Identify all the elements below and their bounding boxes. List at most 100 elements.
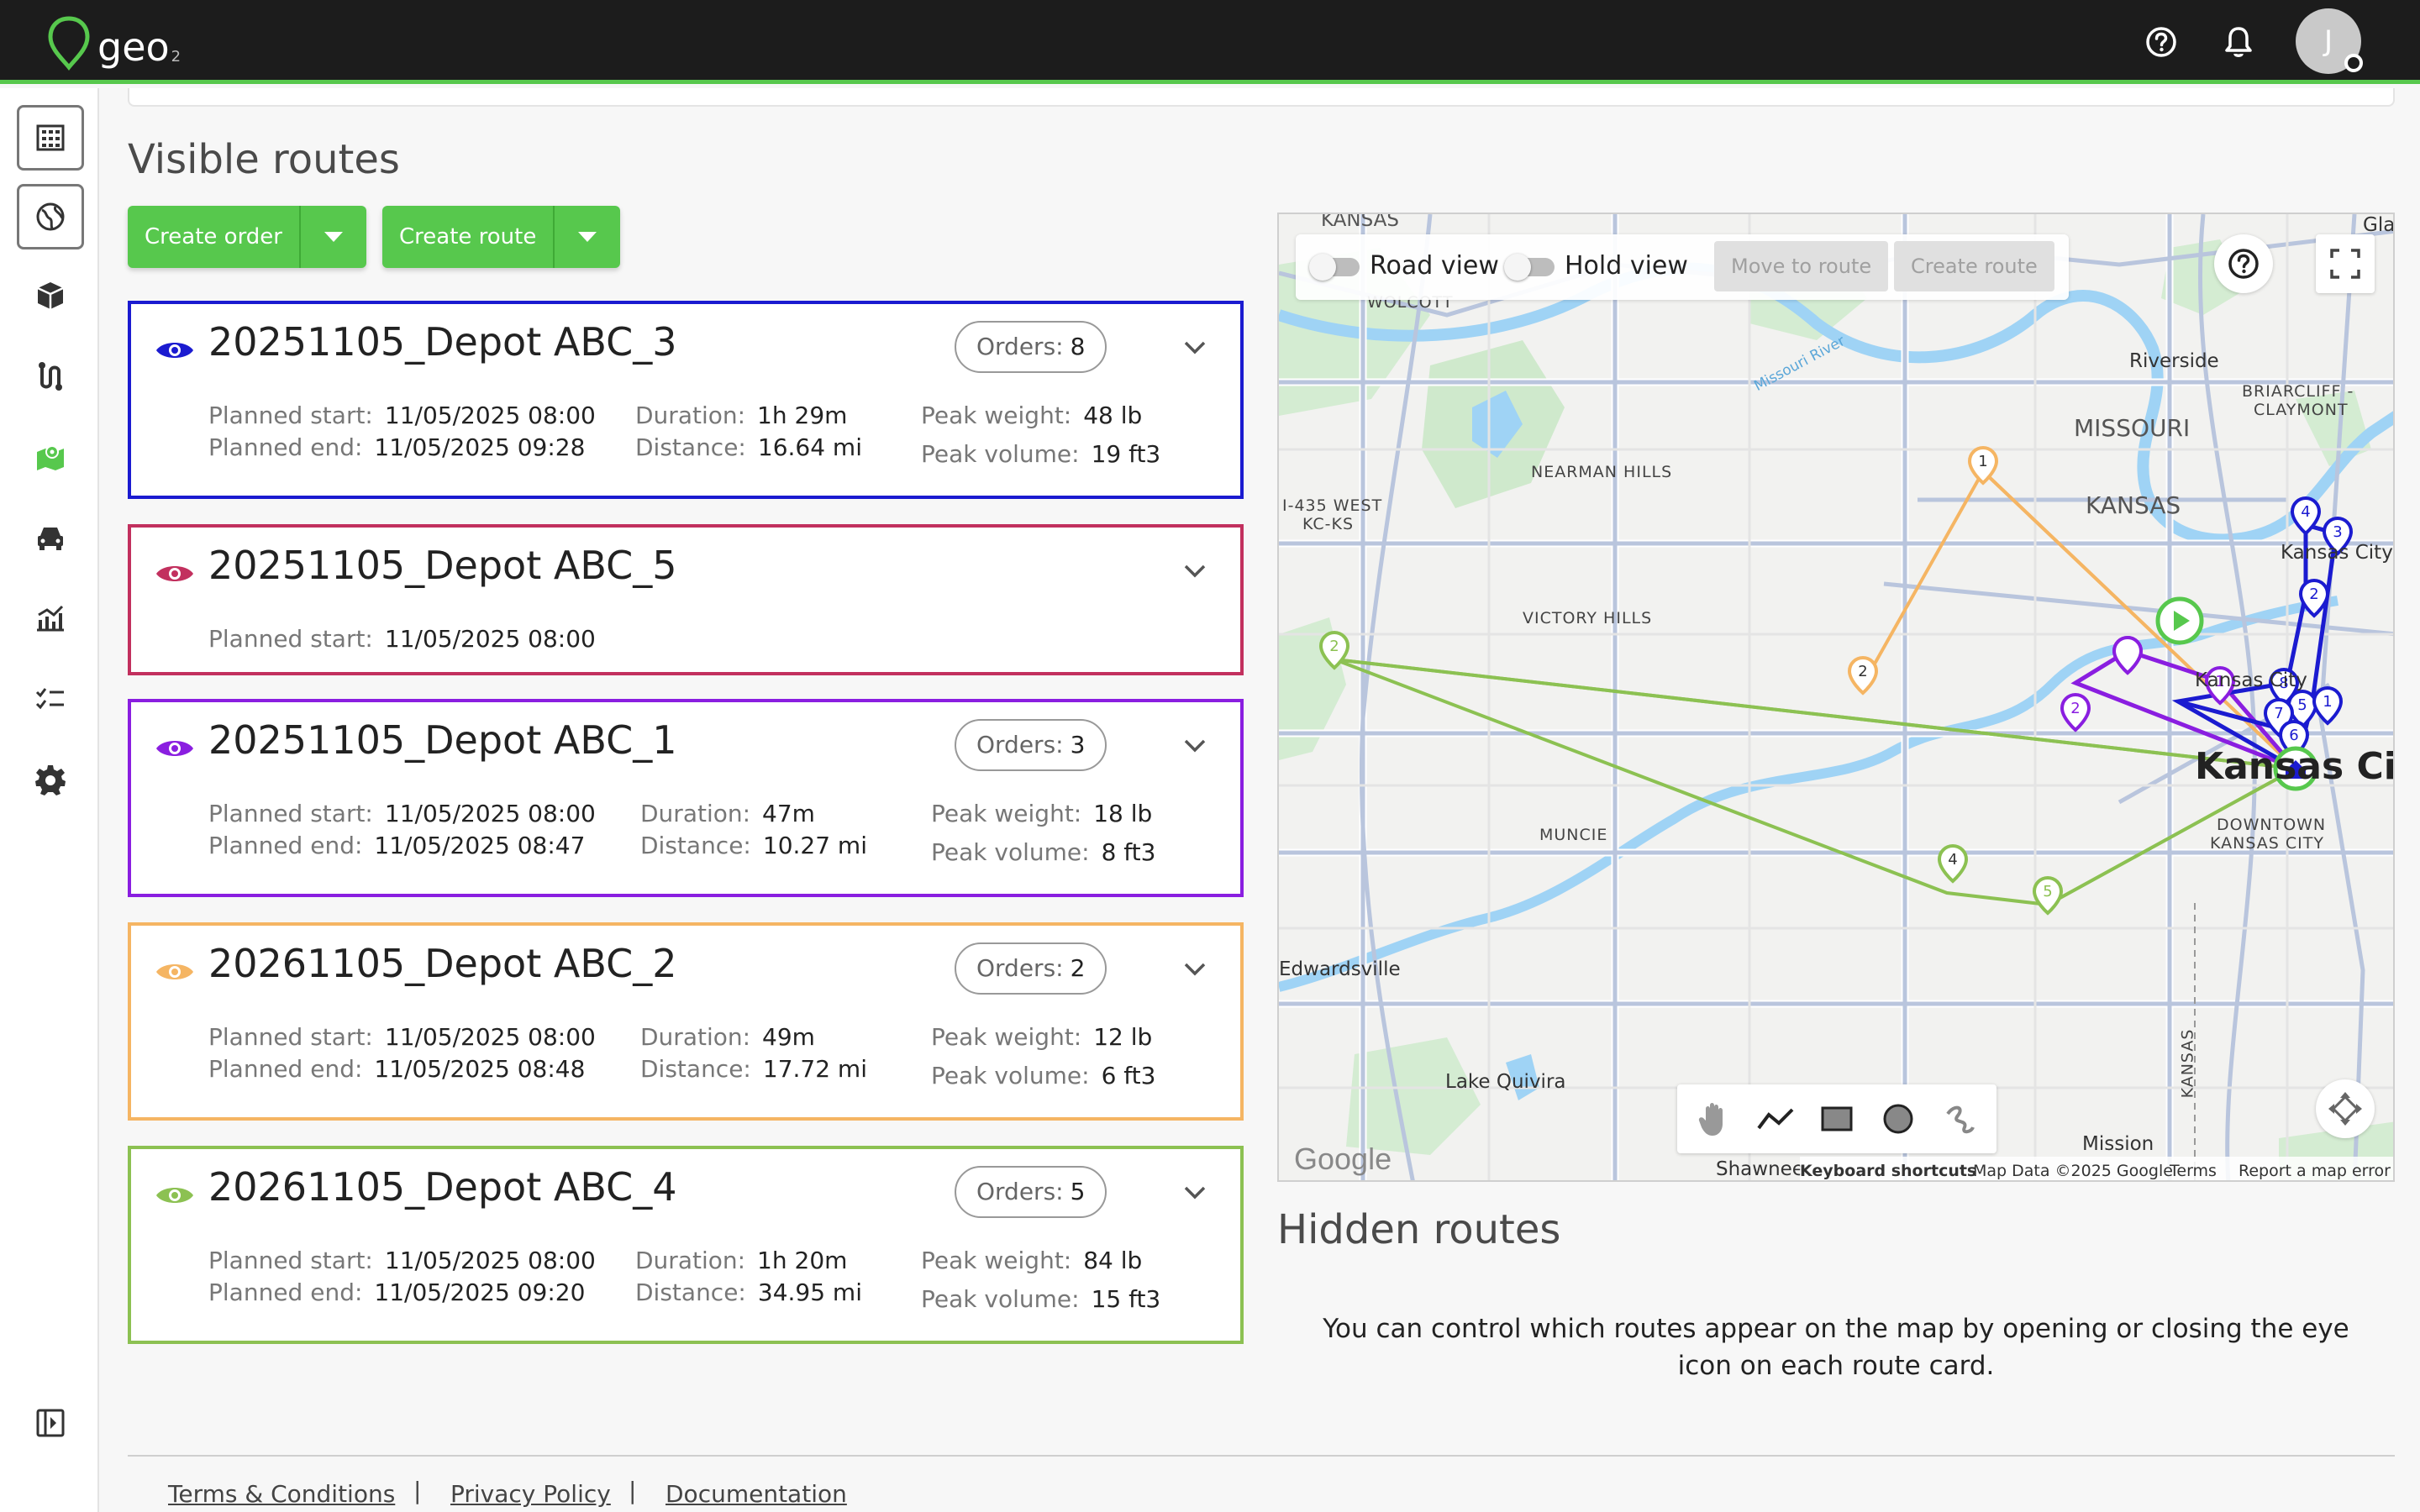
footer-separator: | [629,1477,637,1504]
map-city-label: Kansas City [2195,745,2395,788]
draw-circle-tool[interactable] [1875,1095,1922,1142]
peak-volume-label: Peak volume: [931,838,1090,866]
geo-logo-icon [48,16,90,71]
draw-freehand-tool[interactable] [1936,1095,1983,1142]
nav-vehicles[interactable] [17,505,84,570]
create-route-button[interactable]: Create route [382,206,553,268]
privacy-link[interactable]: Privacy Policy [450,1480,611,1508]
nav-routes[interactable] [17,344,84,409]
eye-icon[interactable] [155,959,195,984]
route-name: 20251105_Depot ABC_1 [208,717,677,763]
notifications-button[interactable] [2218,22,2259,62]
duration: Duration: 1h 29m [635,402,847,429]
planned-start-label: Planned start: [208,402,373,429]
orders-label: Orders: [976,731,1064,759]
chevron-down-icon[interactable] [1183,961,1207,978]
building-icon [36,124,65,151]
route-card[interactable]: 20251105_Depot ABC_3 Orders: 8 Planned st… [128,301,1244,499]
app-logo[interactable]: geo 2 [47,12,181,71]
peak-volume: Peak volume: 19 ft3 [921,440,1160,468]
footer-divider [128,1455,2395,1457]
chevron-down-icon[interactable] [1183,563,1207,580]
nav-packages[interactable] [17,263,84,328]
orders-label: Orders: [976,1178,1064,1205]
planned-end: Planned end: 11/05/2025 08:47 [208,832,585,859]
orders-count-pill: Orders: 5 [955,1166,1107,1218]
map-place-label: Riverside [2129,350,2219,372]
caret-down-icon [578,232,597,242]
map-toolbar: Road view Hold view Move to route Create… [1296,234,2069,300]
planned-start-value: 11/05/2025 08:00 [384,402,596,429]
move-to-route-button[interactable]: Move to route [1714,241,1889,291]
eye-icon[interactable] [155,736,195,761]
distance: Distance: 16.64 mi [635,433,862,461]
draw-line-tool[interactable] [1752,1095,1799,1142]
settings-icon [35,765,66,795]
chevron-down-icon[interactable] [1183,738,1207,754]
drawing-toolbar [1677,1084,1996,1153]
duration-label: Duration: [640,800,751,827]
freehand-icon [1945,1105,1975,1134]
distance-value: 17.72 mi [762,1055,867,1083]
route-map[interactable]: 2 1 2 2 3 1 4 3 2 8 5 1 7 6 5 [1277,213,2395,1182]
route-card[interactable]: 20251105_Depot ABC_1 Orders: 3 Planned st… [128,699,1244,897]
duration-label: Duration: [635,1247,746,1274]
nav-map[interactable] [17,424,84,490]
distance-label: Distance: [635,433,746,461]
user-avatar[interactable]: J [2296,8,2363,74]
help-circle-icon [2146,27,2176,57]
collapse-sidebar-button[interactable] [17,1390,84,1456]
map-icon [37,445,64,470]
map-place-label: VICTORY HILLS [1523,609,1653,627]
keyboard-shortcuts-link[interactable]: Keyboard shortcuts [1800,1162,1976,1180]
recenter-map-button[interactable] [2316,1079,2375,1138]
planned-end: Planned end: 11/05/2025 09:20 [208,1278,585,1306]
distance: Distance: 10.27 mi [640,832,867,859]
avatar-status-dot [2344,54,2363,72]
fullscreen-button[interactable] [2316,234,2375,293]
route-card[interactable]: 20251105_Depot ABC_5 Planned start: 11/05… [128,524,1244,675]
nav-tasks[interactable] [17,666,84,732]
route-card[interactable]: 20261105_Depot ABC_2 Orders: 2 Planned st… [128,922,1244,1121]
peak-volume-value: 19 ft3 [1091,440,1161,468]
orders-value: 8 [1070,333,1086,360]
route-name: 20251105_Depot ABC_5 [208,543,677,588]
pan-hand-tool[interactable] [1691,1095,1738,1142]
distance-label: Distance: [640,832,751,859]
eye-icon[interactable] [155,338,195,363]
create-route-dropdown[interactable] [553,206,620,268]
create-order-button[interactable]: Create order [128,206,299,268]
hold-view-toggle[interactable] [1504,254,1555,281]
help-button[interactable] [2141,22,2181,62]
nav-globe[interactable] [17,184,84,249]
create-order-dropdown[interactable] [299,206,366,268]
eye-icon[interactable] [155,561,195,586]
nav-analytics[interactable] [17,585,84,651]
distance-value: 16.64 mi [757,433,862,461]
orders-count-pill: Orders: 2 [955,942,1107,995]
map-place-label: KANSAS CITY [2210,834,2324,853]
map-create-route-button[interactable]: Create route [1894,241,2054,291]
draw-rectangle-tool[interactable] [1813,1095,1860,1142]
eye-icon[interactable] [155,1183,195,1208]
planned-start-value: 11/05/2025 08:00 [384,1247,596,1274]
nav-settings[interactable] [17,747,84,812]
road-view-toggle[interactable] [1309,254,1360,281]
chevron-down-icon[interactable] [1183,339,1207,356]
peak-weight-label: Peak weight: [921,1247,1072,1274]
documentation-link[interactable]: Documentation [666,1480,847,1508]
planned-start: Planned start: 11/05/2025 08:00 [208,1023,596,1051]
route-card[interactable]: 20261105_Depot ABC_4 Orders: 5 Planned st… [128,1146,1244,1344]
planned-end-label: Planned end: [208,1278,363,1306]
report-map-error-link[interactable]: Report a map error [2238,1162,2391,1180]
map-help-button[interactable] [2214,234,2273,293]
terms-link[interactable]: Terms & Conditions [168,1480,395,1508]
peak-volume-label: Peak volume: [921,1285,1080,1313]
chevron-down-icon[interactable] [1183,1184,1207,1201]
nav-orders[interactable] [17,105,84,171]
planned-start-label: Planned start: [208,1023,373,1051]
orders-value: 2 [1070,954,1086,982]
map-terms-link[interactable]: Terms [2170,1162,2217,1180]
map-place-label: KANSAS [2178,1028,2197,1099]
peak-weight-label: Peak weight: [931,800,1082,827]
